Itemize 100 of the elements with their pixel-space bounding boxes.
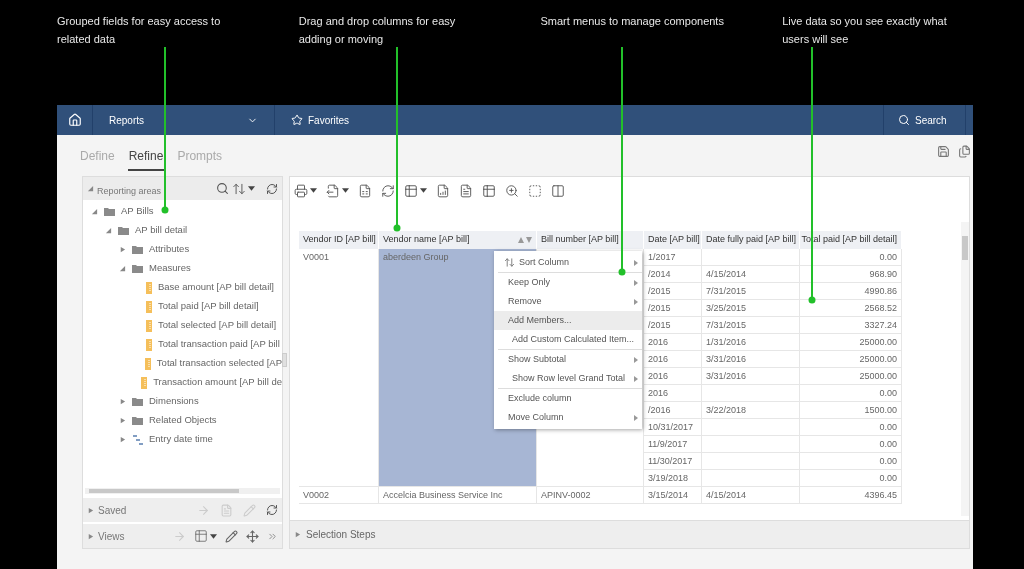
- measure-icon: [146, 319, 152, 332]
- tree-item[interactable]: Transaction amount [AP bill de: [153, 375, 282, 390]
- submenu-arrow-icon: [634, 414, 638, 421]
- folder-icon: [104, 207, 115, 216]
- submenu-arrow-icon: [634, 298, 638, 305]
- table-cell: 0.00: [800, 385, 902, 402]
- expand-arrow-icon[interactable]: [87, 506, 94, 514]
- callout-text: Grouped fields for easy access to related data: [57, 14, 222, 47]
- collapse-handle[interactable]: [282, 353, 287, 367]
- measure-icon: [144, 357, 151, 370]
- table-cell: 3/15/2014: [644, 487, 702, 504]
- tab[interactable]: Refine: [127, 147, 165, 171]
- chart-icon[interactable]: [436, 183, 450, 198]
- expand-arrow-icon[interactable]: [119, 398, 126, 405]
- frame-icon[interactable]: [528, 183, 542, 198]
- expand-arrow-icon[interactable]: [119, 417, 126, 424]
- callout-text: Smart menus to manage components: [540, 14, 725, 29]
- table-cell: 25000.00: [800, 368, 902, 385]
- folder-icon: [132, 245, 143, 254]
- measure-icon: [146, 300, 152, 313]
- save-as-icon[interactable]: [958, 145, 971, 158]
- section-header[interactable]: Saved: [83, 496, 282, 522]
- expand-arrow-icon[interactable]: [119, 265, 126, 272]
- column-header[interactable]: Bill number [AP bill]: [537, 231, 644, 249]
- submenu-arrow-icon: [634, 259, 638, 266]
- sort-icon[interactable]: [232, 181, 246, 196]
- folder-icon: [132, 416, 143, 425]
- table-cell: 0.00: [800, 470, 902, 487]
- search-button[interactable]: Search: [883, 105, 965, 135]
- menu-item[interactable]: Add Custom Calculated Item...: [498, 330, 642, 349]
- folder-icon: [132, 264, 143, 273]
- print-icon[interactable]: [294, 183, 308, 198]
- tree-item[interactable]: Total paid [AP bill detail]: [158, 299, 259, 314]
- table-cell: 11/9/2017: [644, 436, 702, 453]
- expand-arrow-icon[interactable]: [87, 532, 94, 540]
- tree-item[interactable]: Attributes: [149, 242, 190, 257]
- table-cell: 10/31/2017: [644, 419, 702, 436]
- search-icon[interactable]: [216, 182, 229, 195]
- expand-arrow-icon[interactable]: [119, 436, 126, 443]
- refresh-icon[interactable]: [266, 504, 278, 516]
- report-icon[interactable]: [358, 183, 372, 198]
- panel-title: Reporting areas: [97, 185, 162, 196]
- pivot-icon[interactable]: [246, 529, 259, 543]
- favorites-button[interactable]: Favorites: [275, 105, 883, 135]
- expand-arrow-icon[interactable]: [119, 246, 126, 253]
- tree-item[interactable]: Total transaction paid [AP bill: [158, 337, 280, 352]
- tree-item[interactable]: Entry date time: [149, 432, 213, 447]
- star-icon: [291, 114, 303, 126]
- tree-item[interactable]: AP bill detail: [135, 223, 188, 238]
- pencil-icon[interactable]: [225, 529, 238, 543]
- reports-dropdown[interactable]: Reports: [93, 105, 275, 135]
- refresh-icon[interactable]: [266, 182, 278, 195]
- tree-item[interactable]: Measures: [149, 261, 191, 276]
- menu-item[interactable]: Add Members...: [494, 311, 642, 330]
- folder-icon: [132, 397, 143, 406]
- menu-item[interactable]: Sort Column: [498, 253, 642, 272]
- document-icon[interactable]: [459, 183, 473, 198]
- vertical-scrollbar[interactable]: [961, 222, 969, 516]
- refresh-icon[interactable]: [381, 183, 395, 198]
- table-cell: 0.00: [800, 436, 902, 453]
- view-icon[interactable]: [194, 529, 208, 543]
- home-icon: [67, 113, 82, 127]
- horizontal-scrollbar[interactable]: [85, 488, 280, 494]
- menu-item[interactable]: Show Row level Grand Total: [498, 369, 642, 388]
- column-header[interactable]: Vendor ID [AP bill]: [299, 231, 379, 249]
- caret-icon: [310, 188, 317, 193]
- grid-icon[interactable]: [482, 183, 496, 198]
- table-cell: 3/22/2018: [702, 402, 800, 419]
- expand-arrow-icon[interactable]: [294, 531, 301, 538]
- zoom-icon[interactable]: [505, 183, 519, 198]
- columns-icon[interactable]: [551, 183, 565, 198]
- tree-item[interactable]: Total transaction selected [AP: [156, 356, 282, 371]
- save-icon[interactable]: [937, 145, 950, 158]
- tree-item[interactable]: AP Bills: [121, 204, 154, 219]
- table-cell: 1/2017: [644, 249, 702, 266]
- column-header[interactable]: Date [AP bill]: [644, 231, 702, 249]
- table-cell: 4/15/2014: [702, 487, 800, 504]
- collapse-arrow-icon[interactable]: [87, 185, 94, 192]
- expand-arrow-icon[interactable]: [105, 227, 112, 234]
- tree-item[interactable]: Base amount [AP bill detail]: [158, 280, 274, 295]
- table-cell: 7/31/2015: [702, 317, 800, 334]
- export-icon[interactable]: [326, 183, 340, 198]
- tree-item[interactable]: Total selected [AP bill detail]: [158, 318, 277, 333]
- column-header[interactable]: Date fully paid [AP bill]: [702, 231, 800, 249]
- expand-arrow-icon[interactable]: [91, 208, 98, 215]
- section-header[interactable]: Views: [83, 522, 282, 548]
- column-header[interactable]: Vendor name [AP bill]: [379, 231, 537, 249]
- sort-arrows-icon[interactable]: [518, 237, 532, 243]
- tree-item[interactable]: Dimensions: [149, 394, 199, 409]
- table-cell: /2015: [644, 317, 702, 334]
- table-cell: 0.00: [800, 419, 902, 436]
- table-cell[interactable]: Accelcia Business Service Inc: [379, 487, 537, 504]
- table-cell: 3/31/2016: [702, 368, 800, 385]
- table-icon[interactable]: [404, 183, 418, 198]
- table-cell: 0.00: [800, 249, 902, 266]
- caret-icon: [420, 188, 427, 193]
- selection-steps-bar[interactable]: Selection Steps: [290, 520, 969, 548]
- caret-icon: [342, 188, 349, 193]
- table-cell: 2016: [644, 334, 702, 351]
- tree-item[interactable]: Related Objects: [149, 413, 217, 428]
